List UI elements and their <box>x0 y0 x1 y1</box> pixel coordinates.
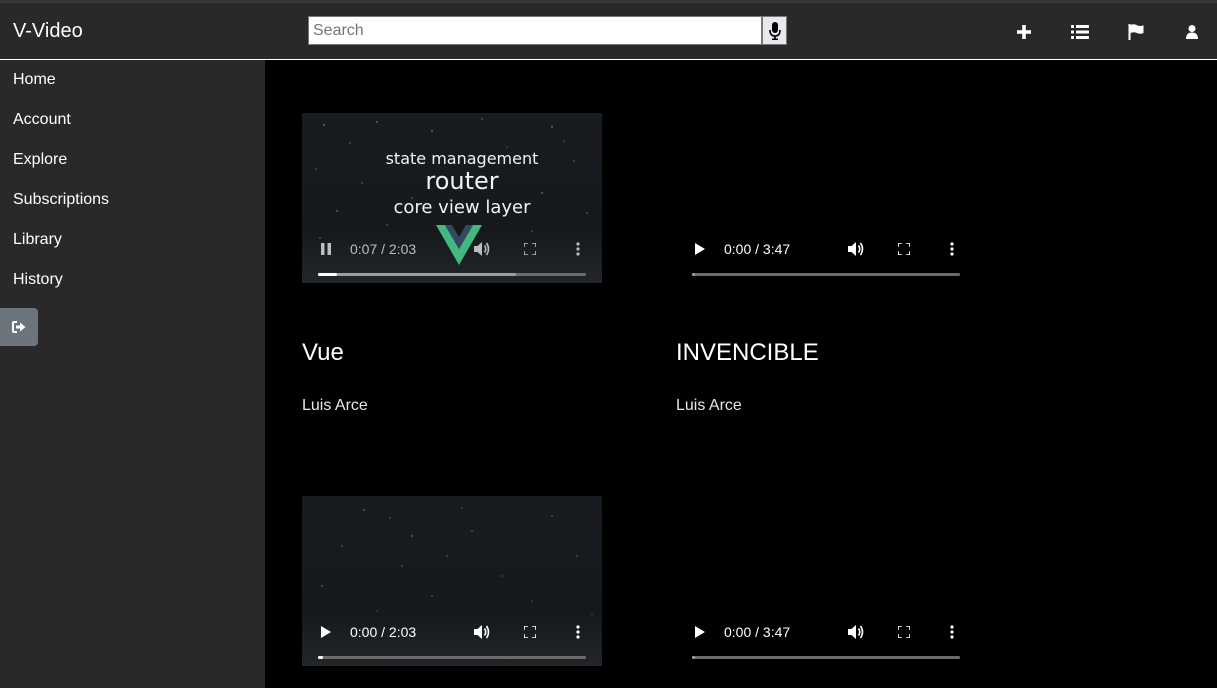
video-author[interactable]: Luis Arce <box>676 397 976 415</box>
sign-out-icon <box>12 321 26 333</box>
progress-bar[interactable] <box>318 656 586 659</box>
slide-text-line: core view layer <box>393 197 531 218</box>
progress-bar[interactable] <box>692 273 960 276</box>
mute-button[interactable] <box>844 237 868 261</box>
kebab-menu-icon <box>950 242 954 256</box>
playback-time: 0:07 / 2:03 <box>350 241 417 257</box>
sidebar-item-history[interactable]: History <box>0 260 265 300</box>
play-button[interactable] <box>314 620 338 644</box>
fullscreen-button[interactable] <box>892 237 916 261</box>
more-options-button[interactable] <box>566 237 590 261</box>
fullscreen-icon <box>898 243 910 255</box>
pause-button[interactable] <box>314 237 338 261</box>
player-controls: 0:00 / 3:47 <box>676 237 976 261</box>
microphone-icon <box>768 21 781 40</box>
user-icon <box>1186 25 1198 39</box>
top-navbar: V-Video <box>0 0 1217 60</box>
slide-text-line: state management <box>385 149 539 168</box>
played-bar <box>318 273 337 276</box>
sidebar: Home Account Explore Subscriptions Libra… <box>0 60 265 688</box>
buffered-bar <box>692 273 695 276</box>
progress-bar[interactable] <box>318 273 586 276</box>
played-bar <box>318 656 324 659</box>
fullscreen-button[interactable] <box>518 620 542 644</box>
more-options-button[interactable] <box>940 620 964 644</box>
mute-button[interactable] <box>470 237 494 261</box>
sidebar-item-library[interactable]: Library <box>0 220 265 260</box>
volume-icon <box>848 242 864 256</box>
video-grid: state management router core view layer … <box>265 60 1217 688</box>
play-button[interactable] <box>688 237 712 261</box>
upload-button[interactable] <box>1012 20 1036 44</box>
sidebar-item-explore[interactable]: Explore <box>0 140 265 180</box>
buffered-bar <box>692 656 695 659</box>
kebab-menu-icon <box>576 242 580 256</box>
player-controls: 0:07 / 2:03 <box>302 237 602 261</box>
video-player[interactable]: state management router core view layer … <box>302 113 602 283</box>
profile-button[interactable] <box>1180 20 1204 44</box>
video-card: 0:00 / 2:03 <box>302 496 602 666</box>
sidebar-item-account[interactable]: Account <box>0 100 265 140</box>
video-title[interactable]: INVENCIBLE <box>676 339 976 367</box>
play-button[interactable] <box>688 620 712 644</box>
play-icon <box>321 626 331 638</box>
list-icon <box>1071 25 1089 39</box>
volume-icon <box>474 625 490 639</box>
mute-button[interactable] <box>470 620 494 644</box>
volume-icon <box>474 242 490 256</box>
more-options-button[interactable] <box>566 620 590 644</box>
flag-icon <box>1128 24 1144 40</box>
play-icon <box>695 243 705 255</box>
buffered-bar <box>318 273 517 276</box>
logout-button[interactable] <box>0 308 38 346</box>
fullscreen-icon <box>898 626 910 638</box>
fullscreen-button[interactable] <box>892 620 916 644</box>
brand-logo[interactable]: V-Video <box>13 20 83 43</box>
plus-icon <box>1017 25 1031 39</box>
play-icon <box>695 626 705 638</box>
slide-text-line: router <box>425 167 499 195</box>
playback-time: 0:00 / 2:03 <box>350 624 417 640</box>
progress-bar[interactable] <box>692 656 960 659</box>
search-input[interactable] <box>308 16 762 45</box>
video-title[interactable]: Vue <box>302 339 602 367</box>
video-player[interactable]: 0:00 / 2:03 <box>302 496 602 666</box>
video-author[interactable]: Luis Arce <box>302 397 602 415</box>
video-card: state management router core view layer … <box>302 113 602 415</box>
video-card: 0:00 / 3:47 <box>676 496 976 666</box>
pause-icon <box>321 243 331 255</box>
fullscreen-icon <box>524 626 536 638</box>
sidebar-item-home[interactable]: Home <box>0 60 265 100</box>
player-controls: 0:00 / 3:47 <box>676 620 976 644</box>
more-options-button[interactable] <box>940 237 964 261</box>
volume-icon <box>848 625 864 639</box>
fullscreen-button[interactable] <box>518 237 542 261</box>
kebab-menu-icon <box>576 625 580 639</box>
search-bar <box>308 16 787 45</box>
video-player[interactable]: 0:00 / 3:47 <box>676 496 976 666</box>
header-actions <box>1012 20 1204 44</box>
playback-time: 0:00 / 3:47 <box>724 624 791 640</box>
fullscreen-icon <box>524 243 536 255</box>
playback-time: 0:00 / 3:47 <box>724 241 791 257</box>
kebab-menu-icon <box>950 625 954 639</box>
player-controls: 0:00 / 2:03 <box>302 620 602 644</box>
sidebar-item-subscriptions[interactable]: Subscriptions <box>0 180 265 220</box>
starfield-background <box>321 507 593 615</box>
video-player[interactable]: 0:00 / 3:47 <box>676 113 976 283</box>
mute-button[interactable] <box>844 620 868 644</box>
video-card: 0:00 / 3:47 INVENCIBLE Luis Arce <box>676 113 976 415</box>
playlists-button[interactable] <box>1068 20 1092 44</box>
voice-search-button[interactable] <box>762 16 787 45</box>
reports-button[interactable] <box>1124 20 1148 44</box>
